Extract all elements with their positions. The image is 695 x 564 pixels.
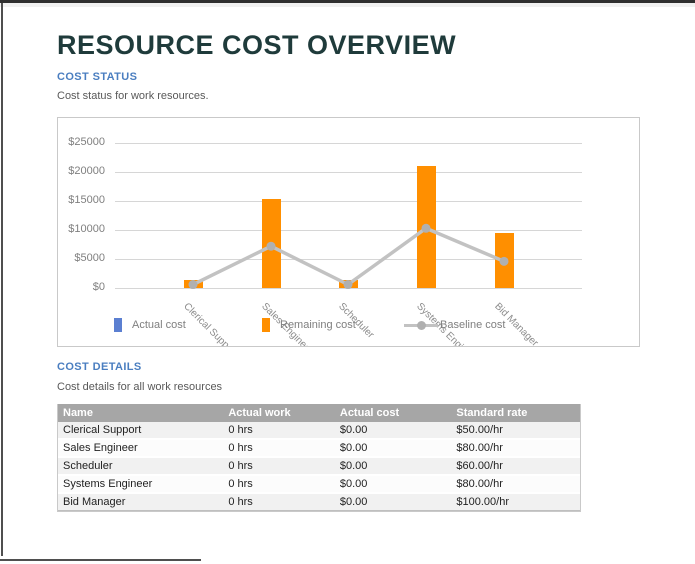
table-row: Systems Engineer0 hrs$0.00$80.00/hr xyxy=(58,476,580,494)
table-cell: Clerical Support xyxy=(58,422,223,440)
table-row: Sales Engineer0 hrs$0.00$80.00/hr xyxy=(58,440,580,458)
cost-status-chart: $0$5000$10000$15000$20000$25000Clerical … xyxy=(57,117,640,347)
legend-item-actual-cost: Actual cost xyxy=(114,318,186,334)
baseline-cost-point xyxy=(189,280,198,289)
table-row: Clerical Support0 hrs$0.00$50.00/hr xyxy=(58,422,580,440)
remaining-cost-swatch-icon xyxy=(262,318,270,332)
table-cell: $0.00 xyxy=(335,476,452,494)
window-edge-left xyxy=(1,3,3,556)
window-edge-strip xyxy=(0,3,695,7)
page-title: RESOURCE COST OVERVIEW xyxy=(57,30,456,61)
table-cell: $80.00/hr xyxy=(451,440,580,458)
baseline-cost-point xyxy=(267,242,276,251)
section-heading-cost-details: COST DETAILS xyxy=(57,361,142,373)
table-header-cell: Actual work xyxy=(223,404,335,422)
legend-label: Baseline cost xyxy=(440,319,505,331)
actual-cost-swatch-icon xyxy=(114,318,122,332)
table-cell: $0.00 xyxy=(335,422,452,440)
table-cell: $100.00/hr xyxy=(451,494,580,511)
table-header-row: NameActual workActual costStandard rate xyxy=(58,404,580,422)
cost-details-table: NameActual workActual costStandard rate … xyxy=(57,404,581,512)
baseline-cost-point xyxy=(422,224,431,233)
table-cell: Bid Manager xyxy=(58,494,223,511)
table-cell: $80.00/hr xyxy=(451,476,580,494)
table-cell: $0.00 xyxy=(335,440,452,458)
table-header-cell: Standard rate xyxy=(451,404,580,422)
section-desc-cost-status: Cost status for work resources. xyxy=(57,90,209,102)
table-cell: 0 hrs xyxy=(223,494,335,511)
window-edge-bottom xyxy=(0,559,201,561)
baseline-cost-point xyxy=(500,257,509,266)
baseline-cost-line-icon xyxy=(404,318,438,332)
table-cell: $0.00 xyxy=(335,494,452,511)
table-row: Bid Manager0 hrs$0.00$100.00/hr xyxy=(58,494,580,511)
table-cell: $60.00/hr xyxy=(451,458,580,476)
legend-label: Remaining cost xyxy=(280,319,356,331)
table-row: Scheduler0 hrs$0.00$60.00/hr xyxy=(58,458,580,476)
table-header-cell: Actual cost xyxy=(335,404,452,422)
table-header-cell: Name xyxy=(58,404,223,422)
legend-item-baseline-cost: Baseline cost xyxy=(404,318,505,334)
section-heading-cost-status: COST STATUS xyxy=(57,71,137,83)
table-cell: Scheduler xyxy=(58,458,223,476)
table-cell: 0 hrs xyxy=(223,422,335,440)
table-cell: 0 hrs xyxy=(223,440,335,458)
table-cell: 0 hrs xyxy=(223,458,335,476)
table-cell: Systems Engineer xyxy=(58,476,223,494)
baseline-cost-point xyxy=(344,280,353,289)
section-desc-cost-details: Cost details for all work resources xyxy=(57,381,222,393)
legend-label: Actual cost xyxy=(132,319,186,331)
table-cell: $0.00 xyxy=(335,458,452,476)
legend-item-remaining-cost: Remaining cost xyxy=(262,318,356,334)
table-cell: $50.00/hr xyxy=(451,422,580,440)
table-cell: 0 hrs xyxy=(223,476,335,494)
table-cell: Sales Engineer xyxy=(58,440,223,458)
